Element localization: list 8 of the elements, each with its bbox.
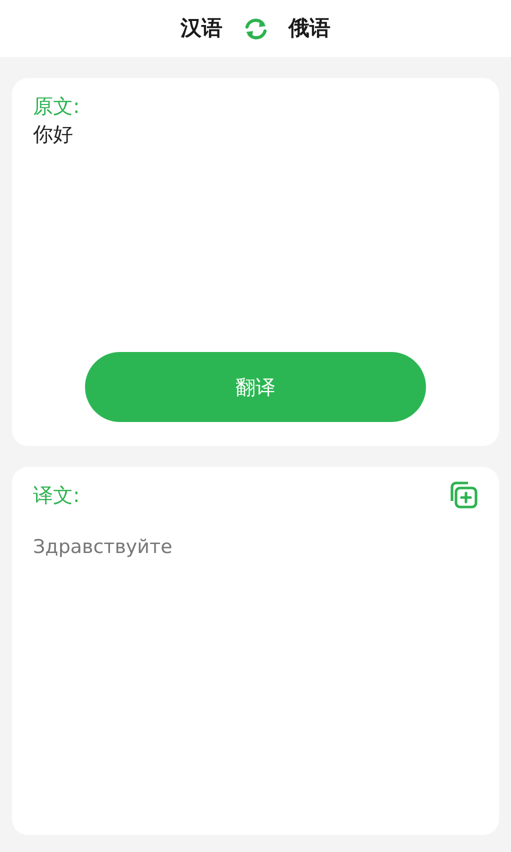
result-label: 译文: [33, 482, 80, 509]
source-label: 原文: [33, 93, 81, 120]
target-language[interactable]: 俄语 [288, 12, 330, 44]
source-text: 你好 [33, 121, 74, 148]
swap-icon[interactable] [242, 16, 268, 40]
source-language[interactable]: 汉语 [180, 12, 222, 44]
copy-icon[interactable] [448, 481, 478, 509]
translation-text: Здравствуйте [33, 535, 174, 560]
